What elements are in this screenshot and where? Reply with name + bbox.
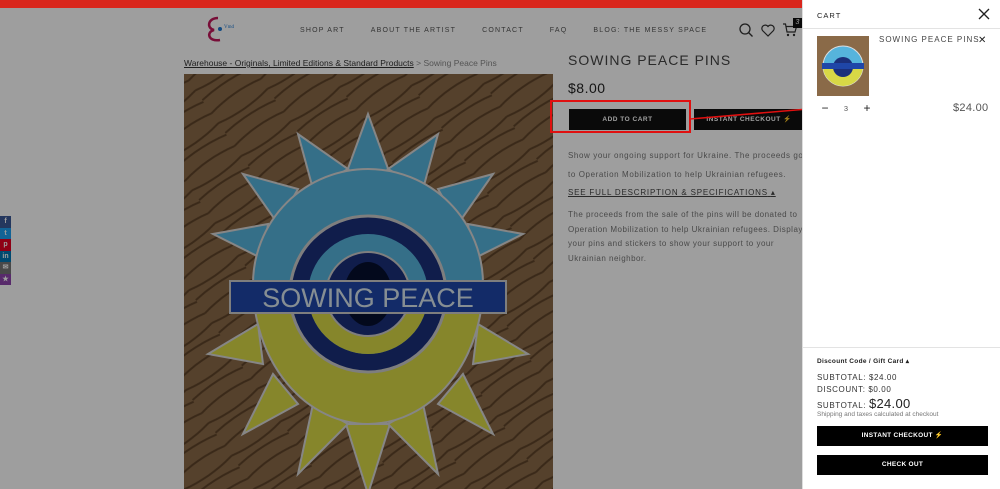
increase-quantity-button[interactable]: + — [859, 100, 875, 116]
page-dim-overlay[interactable] — [0, 8, 802, 489]
cart-divider — [803, 28, 1000, 29]
discount-code-toggle[interactable]: Discount Code / Gift Card ▴ — [817, 357, 909, 365]
close-icon[interactable] — [977, 7, 991, 21]
remove-item-icon[interactable]: ✕ — [978, 35, 986, 46]
discount-row: DISCOUNT: $0.00 — [817, 385, 891, 394]
grand-subtotal-value: $24.00 — [868, 396, 911, 411]
decrease-quantity-button[interactable]: − — [817, 100, 833, 116]
quantity-stepper: − 3 + — [817, 99, 875, 117]
grand-subtotal-label: SUBTOTAL: — [817, 401, 867, 410]
discount-value: $0.00 — [868, 385, 892, 394]
cart-title: CART — [817, 11, 842, 20]
lightning-icon: ⚡ — [934, 432, 944, 439]
cart-instant-checkout-button[interactable]: INSTANT CHECKOUT ⚡ — [817, 426, 988, 446]
annotation-box-add-to-cart — [550, 100, 691, 133]
shipping-note: Shipping and taxes calculated at checkou… — [817, 411, 939, 418]
quantity-value[interactable]: 3 — [844, 104, 848, 113]
cart-instant-checkout-label: INSTANT CHECKOUT — [861, 432, 933, 439]
subtotal-row: SUBTOTAL: $24.00 — [817, 373, 897, 382]
subtotal-label: SUBTOTAL: — [817, 373, 867, 382]
discount-toggle-label: Discount Code / Gift Card — [817, 358, 904, 365]
cart-item-name[interactable]: SOWING PEACE PINS — [879, 35, 980, 44]
subtotal-value: $24.00 — [868, 373, 898, 382]
grand-subtotal-row: SUBTOTAL: $24.00 — [817, 396, 911, 411]
cart-footer-divider — [803, 347, 1000, 348]
cart-drawer: CART SOWING PEACE PINS ✕ − 3 + $24.00 Di… — [802, 0, 1000, 489]
checkout-button[interactable]: CHECK OUT — [817, 455, 988, 475]
cart-item-thumbnail[interactable] — [817, 36, 869, 96]
discount-label: DISCOUNT: — [817, 385, 866, 394]
cart-item-total: $24.00 — [953, 102, 989, 114]
chevron-up-icon: ▴ — [905, 358, 910, 365]
